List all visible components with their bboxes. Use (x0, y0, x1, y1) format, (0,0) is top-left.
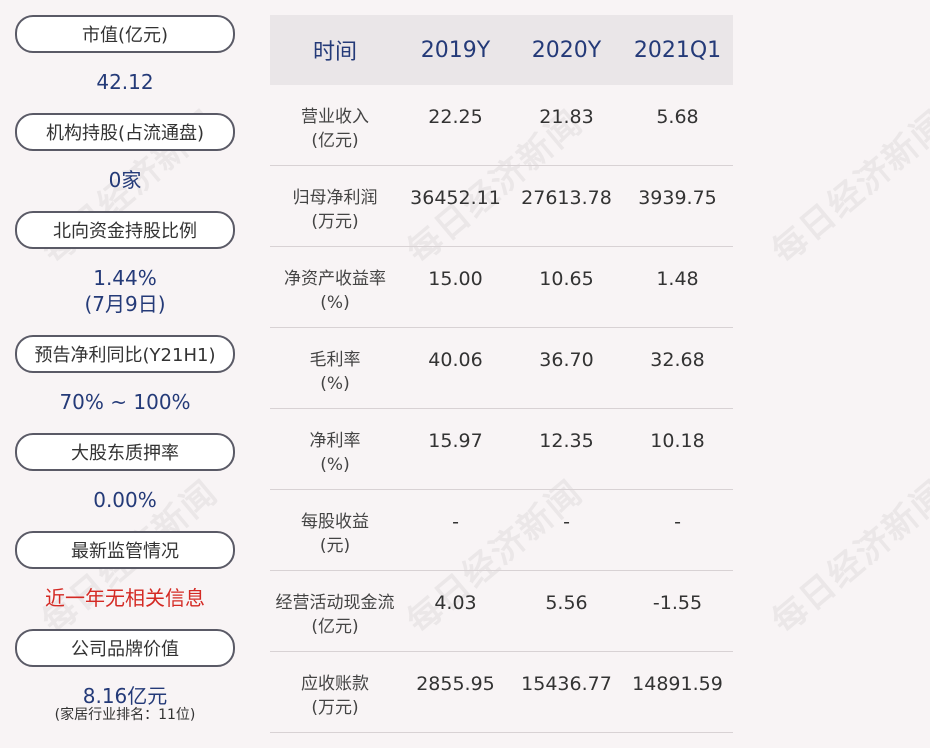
pledge-rate-label: 大股东质押率 (15, 433, 235, 471)
row-label: 营业收入 (亿元) (301, 107, 369, 151)
brand-value-rank: (家居行业排名：11位) (54, 707, 196, 723)
cell-value: - (452, 511, 459, 533)
table-row: 每股收益 (元) - - - (270, 490, 733, 571)
cell-value: 10.65 (539, 268, 594, 290)
table-row: 经营活动现金流 (亿元) 4.03 5.56 -1.55 (270, 571, 733, 652)
table-row: 应收账款 (万元) 2855.95 15436.77 14891.59 (270, 652, 733, 733)
header-time: 时间 (312, 40, 357, 65)
cell-value: 22.25 (428, 106, 483, 128)
profit-forecast-label: 预告净利同比(Y21H1) (15, 335, 235, 373)
cell-value: 5.68 (656, 106, 699, 128)
row-label: 每股收益 (元) (301, 512, 369, 556)
header-2019: 2019Y (420, 37, 491, 63)
institution-holding-value: 0家 (108, 168, 142, 192)
cell-value: 36452.11 (410, 187, 501, 209)
cell-value: 40.06 (428, 349, 483, 371)
regulation-value: 近一年无相关信息 (45, 586, 205, 610)
table-header: 时间 2019Y 2020Y 2021Q1 (270, 15, 733, 85)
row-label: 经营活动现金流 (亿元) (275, 593, 395, 637)
row-label: 毛利率 (%) (309, 350, 361, 394)
header-2020: 2020Y (531, 37, 602, 63)
cell-value: 1.48 (656, 268, 699, 290)
table-row: 营业收入 (亿元) 22.25 21.83 5.68 (270, 85, 733, 166)
table-row: 净资产收益率 (%) 15.00 10.65 1.48 (270, 247, 733, 328)
table-row: 毛利率 (%) 40.06 36.70 32.68 (270, 328, 733, 409)
institution-holding-label: 机构持股(占流通盘) (15, 113, 235, 151)
row-label: 净利率 (%) (309, 431, 361, 475)
market-cap-value: 42.12 (96, 70, 154, 94)
cell-value: - (674, 511, 681, 533)
header-2021q1: 2021Q1 (633, 37, 722, 63)
cell-value: 15.00 (428, 268, 483, 290)
cell-value: 27613.78 (521, 187, 612, 209)
northbound-ratio-value: 1.44% (93, 266, 157, 290)
profit-forecast-value: 70% ~ 100% (59, 390, 191, 414)
northbound-ratio-label: 北向资金持股比例 (15, 211, 235, 249)
table-row: 净利率 (%) 15.97 12.35 10.18 (270, 409, 733, 490)
row-label: 净资产收益率 (%) (284, 269, 386, 313)
cell-value: 5.56 (545, 592, 588, 614)
northbound-ratio-date: (7月9日) (84, 292, 166, 316)
cell-value: 15436.77 (521, 673, 612, 695)
cell-value: 2855.95 (416, 673, 495, 695)
row-label: 归母净利润 (万元) (292, 188, 378, 232)
watermark: 每日经济新闻 (764, 102, 930, 272)
cell-value: 4.03 (434, 592, 477, 614)
cell-value: 10.18 (650, 430, 705, 452)
pledge-rate-value: 0.00% (93, 488, 157, 512)
cell-value: 12.35 (539, 430, 594, 452)
cell-value: 15.97 (428, 430, 483, 452)
financial-table: 时间 2019Y 2020Y 2021Q1 营业收入 (亿元) 22.25 21.… (270, 15, 733, 733)
cell-value: - (563, 511, 570, 533)
cell-value: 21.83 (539, 106, 594, 128)
row-label: 应收账款 (万元) (301, 674, 369, 718)
cell-value: 3939.75 (638, 187, 717, 209)
table-row: 归母净利润 (万元) 36452.11 27613.78 3939.75 (270, 166, 733, 247)
brand-value-value: 8.16亿元 (82, 684, 168, 708)
cell-value: 36.70 (539, 349, 594, 371)
market-cap-label: 市值(亿元) (15, 15, 235, 53)
brand-value-label: 公司品牌价值 (15, 629, 235, 667)
cell-value: 32.68 (650, 349, 705, 371)
cell-value: 14891.59 (632, 673, 723, 695)
cell-value: -1.55 (652, 592, 703, 614)
regulation-label: 最新监管情况 (15, 531, 235, 569)
watermark: 每日经济新闻 (764, 472, 930, 642)
